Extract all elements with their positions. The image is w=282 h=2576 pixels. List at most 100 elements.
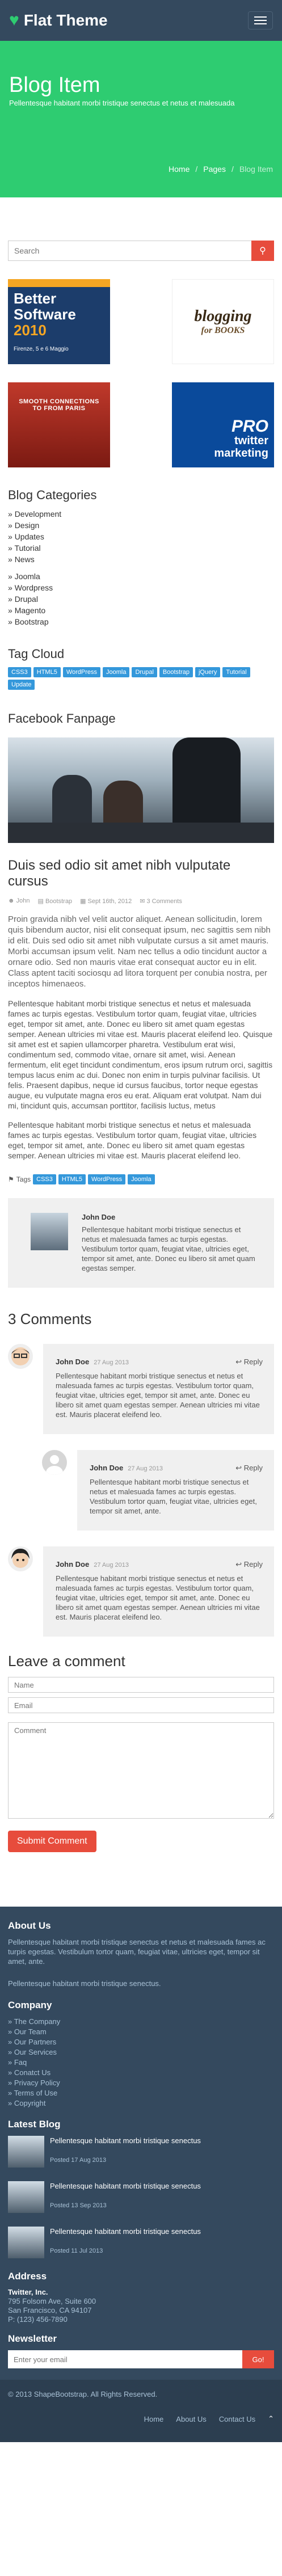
category-link[interactable]: Wordpress bbox=[8, 582, 274, 593]
footer-link-text[interactable]: Our Partners bbox=[14, 2038, 56, 2046]
breadcrumb-home[interactable]: Home bbox=[169, 165, 190, 174]
category-link-text[interactable]: Drupal bbox=[15, 595, 38, 604]
chevron-up-icon[interactable]: ⌃ bbox=[268, 2414, 274, 2423]
reply-button[interactable]: ↩ Reply bbox=[235, 1464, 263, 1473]
comment-field[interactable] bbox=[8, 1722, 274, 1819]
brand-link[interactable]: ♥ Flat Theme bbox=[9, 11, 108, 29]
reply-button[interactable]: ↩ Reply bbox=[235, 1560, 263, 1569]
footer-nav-contact[interactable]: Contact Us bbox=[219, 2415, 255, 2423]
newsletter-form: Go! bbox=[8, 2350, 274, 2368]
category-link-text[interactable]: Updates bbox=[15, 532, 44, 541]
comment-form-heading: Leave a comment bbox=[8, 1652, 125, 1669]
footer-link-text[interactable]: Copyright bbox=[14, 2099, 46, 2107]
submit-comment-button[interactable]: Submit Comment bbox=[8, 1831, 96, 1852]
tag-link[interactable]: Joomla bbox=[128, 1174, 155, 1184]
tag-link[interactable]: WordPress bbox=[87, 1174, 126, 1184]
category-link[interactable]: Development bbox=[8, 508, 274, 520]
category-link-text[interactable]: Design bbox=[15, 521, 40, 530]
tag-link[interactable]: WordPress bbox=[62, 667, 101, 677]
category-link-text[interactable]: Wordpress bbox=[15, 583, 53, 592]
footer-link-text[interactable]: Terms of Use bbox=[14, 2089, 58, 2097]
blog-title[interactable]: Pellentesque habitant morbi tristique se… bbox=[50, 2136, 201, 2145]
blog-title[interactable]: Pellentesque habitant morbi tristique se… bbox=[50, 2181, 201, 2191]
tag-link[interactable]: HTML5 bbox=[33, 667, 61, 677]
search-input[interactable] bbox=[8, 241, 251, 261]
ad-grid: Better Software 2010 Firenze, 5 e 6 Magg… bbox=[8, 279, 274, 467]
footer-link-text[interactable]: Our Team bbox=[14, 2027, 47, 2036]
footer-link-text[interactable]: Privacy Policy bbox=[14, 2078, 60, 2087]
footer-link[interactable]: Our Team bbox=[8, 2027, 274, 2037]
category-link[interactable]: Design bbox=[8, 520, 274, 531]
category-link[interactable]: Joomla bbox=[8, 571, 274, 582]
footer-link[interactable]: Our Partners bbox=[8, 2037, 274, 2047]
latest-blog-list: Pellentesque habitant morbi tristique se… bbox=[8, 2136, 274, 2258]
footer-link-text[interactable]: Faq bbox=[14, 2058, 27, 2067]
footer-link[interactable]: Copyright bbox=[8, 2098, 274, 2109]
search-button[interactable]: ⚲ bbox=[251, 241, 274, 261]
footer-link[interactable]: The Company bbox=[8, 2017, 274, 2027]
category-link-text[interactable]: Development bbox=[15, 509, 62, 518]
footer-nav-about[interactable]: About Us bbox=[176, 2415, 206, 2423]
category-link-text[interactable]: Joomla bbox=[15, 572, 40, 581]
post-author[interactable]: John bbox=[16, 897, 30, 904]
tagcloud-heading: Tag Cloud bbox=[8, 647, 65, 661]
list-item[interactable]: Pellentesque habitant morbi tristique se… bbox=[8, 2181, 274, 2213]
category-link[interactable]: Drupal bbox=[8, 593, 274, 605]
category-link-text[interactable]: News bbox=[15, 555, 35, 564]
main-content: ⚲ Better Software 2010 Firenze, 5 e 6 Ma… bbox=[0, 241, 282, 1852]
blog-title[interactable]: Pellentesque habitant morbi tristique se… bbox=[50, 2227, 201, 2236]
category-link-text[interactable]: Bootstrap bbox=[15, 617, 49, 626]
comment-date: 27 Aug 2013 bbox=[128, 1465, 163, 1472]
about-heading: About Us bbox=[8, 1920, 51, 1931]
tag-link[interactable]: CSS3 bbox=[8, 667, 31, 677]
footer-link[interactable]: Conatct Us bbox=[8, 2068, 274, 2078]
newsletter-email-input[interactable] bbox=[8, 2350, 242, 2368]
footer-link[interactable]: Our Services bbox=[8, 2047, 274, 2058]
category-link[interactable]: Magento bbox=[8, 605, 274, 616]
tag-link[interactable]: Update bbox=[8, 680, 35, 690]
tag-link[interactable]: Drupal bbox=[132, 667, 157, 677]
post-lead: Proin gravida nibh vel velit auctor aliq… bbox=[8, 914, 271, 989]
breadcrumb-current: Blog Item bbox=[239, 165, 273, 174]
category-link-text[interactable]: Magento bbox=[15, 606, 45, 615]
comment-item: John Doe 27 Aug 2013 ↩ Reply Pellentesque… bbox=[8, 1344, 274, 1434]
name-field[interactable] bbox=[8, 1677, 274, 1693]
breadcrumb-pages[interactable]: Pages bbox=[203, 165, 226, 174]
tag-icon: ⚑ bbox=[8, 1175, 14, 1183]
category-link[interactable]: Tutorial bbox=[8, 542, 274, 554]
comment-text: Pellentesque habitant morbi tristique se… bbox=[90, 1478, 257, 1515]
tags-label: Tags bbox=[16, 1175, 31, 1183]
tag-link[interactable]: CSS3 bbox=[33, 1174, 56, 1184]
about-text-2: Pellentesque habitant morbi tristique se… bbox=[8, 1979, 161, 1988]
post-category[interactable]: Bootstrap bbox=[45, 898, 72, 905]
email-field[interactable] bbox=[8, 1697, 274, 1713]
footer-link[interactable]: Faq bbox=[8, 2058, 274, 2068]
category-link[interactable]: Updates bbox=[8, 531, 274, 542]
tag-link[interactable]: Tutorial bbox=[222, 667, 250, 677]
ad-better-software[interactable]: Better Software 2010 Firenze, 5 e 6 Magg… bbox=[8, 279, 110, 364]
post-comments-link[interactable]: 3 Comments bbox=[147, 898, 182, 905]
category-link[interactable]: Bootstrap bbox=[8, 616, 274, 627]
category-link[interactable]: News bbox=[8, 554, 274, 565]
reply-button[interactable]: ↩ Reply bbox=[235, 1357, 263, 1367]
footer-link-text[interactable]: The Company bbox=[14, 2017, 61, 2026]
footer-link-text[interactable]: Our Services bbox=[14, 2048, 57, 2056]
menu-toggle-button[interactable] bbox=[248, 11, 273, 29]
tag-link[interactable]: Joomla bbox=[103, 667, 130, 677]
list-item[interactable]: Pellentesque habitant morbi tristique se… bbox=[8, 2227, 274, 2258]
footer-nav-home[interactable]: Home bbox=[144, 2415, 164, 2423]
ad-blogging-books[interactable]: blogging for BOOKS bbox=[172, 279, 274, 364]
tag-link[interactable]: Bootstrap bbox=[159, 667, 193, 677]
address-line: San Francisco, CA 94107 bbox=[8, 2306, 92, 2314]
footer-link-text[interactable]: Conatct Us bbox=[14, 2068, 50, 2077]
newsletter-submit-button[interactable]: Go! bbox=[242, 2350, 274, 2368]
comment-author: John Doe bbox=[56, 1357, 90, 1366]
ad-paris-connections[interactable]: SMOOTH CONNECTIONS TO FROM PARIS bbox=[8, 382, 110, 467]
tag-link[interactable]: HTML5 bbox=[58, 1174, 86, 1184]
tag-link[interactable]: jQuery bbox=[195, 667, 221, 677]
list-item[interactable]: Pellentesque habitant morbi tristique se… bbox=[8, 2136, 274, 2168]
ad-pro-twitter-marketing[interactable]: PRO twitter marketing bbox=[172, 382, 274, 467]
footer-link[interactable]: Terms of Use bbox=[8, 2088, 274, 2098]
category-link-text[interactable]: Tutorial bbox=[14, 543, 40, 553]
footer-link[interactable]: Privacy Policy bbox=[8, 2078, 274, 2088]
